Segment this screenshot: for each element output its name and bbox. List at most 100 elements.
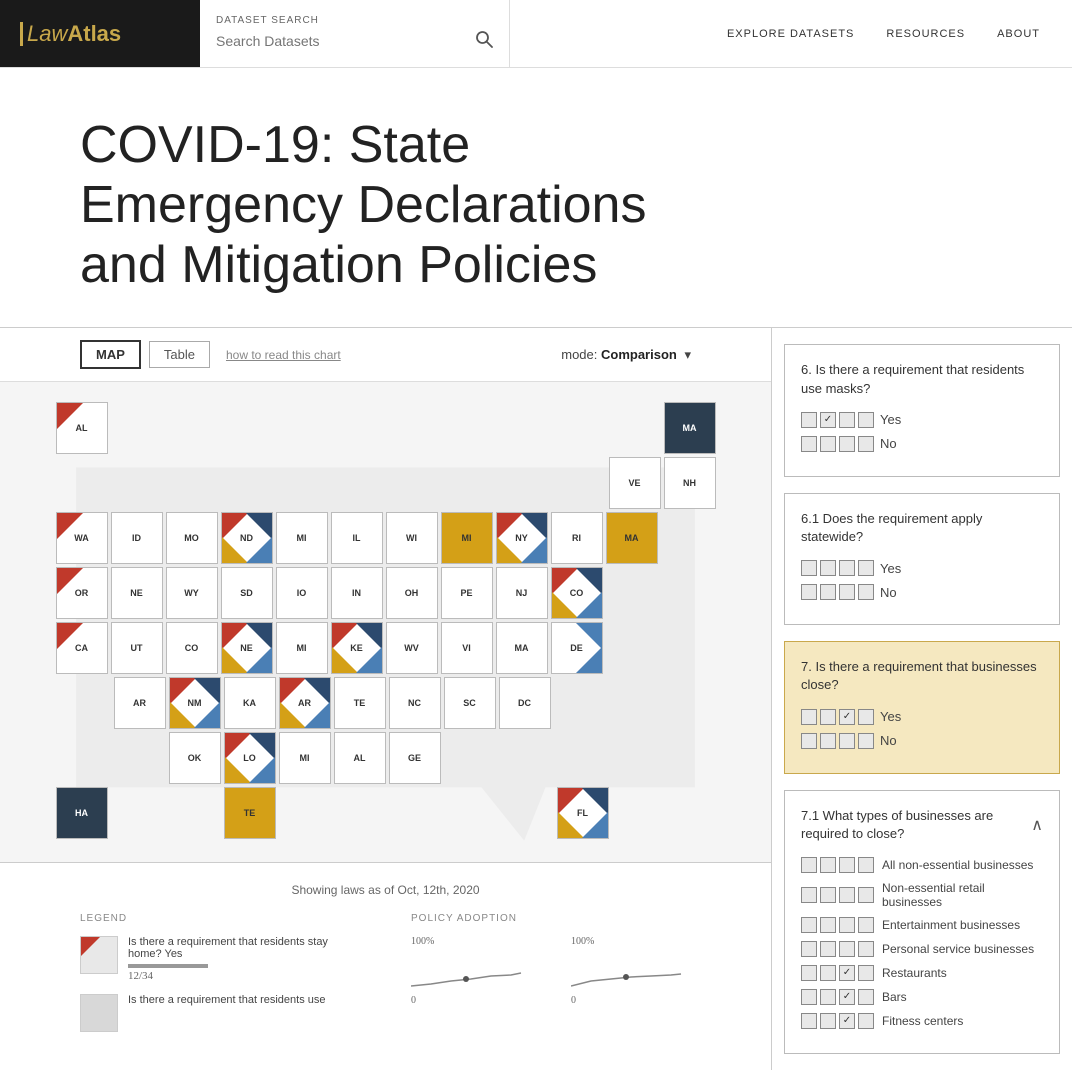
- state-cell-AR-5[interactable]: AR: [114, 677, 166, 729]
- state-cell-OK-6[interactable]: OK: [169, 732, 221, 784]
- state-cell-WI-2[interactable]: WI: [386, 512, 438, 564]
- bt-cb-6-2[interactable]: [820, 1013, 836, 1029]
- state-cell-NC-5[interactable]: NC: [389, 677, 441, 729]
- q6-1-no-cb3[interactable]: [839, 584, 855, 600]
- state-cell-MI-6[interactable]: MI: [279, 732, 331, 784]
- bt-cb-5-1[interactable]: [801, 989, 817, 1005]
- state-cell-IO-3[interactable]: IO: [276, 567, 328, 619]
- state-cell-TE-7[interactable]: TE: [224, 787, 276, 839]
- search-button[interactable]: [475, 30, 493, 53]
- state-cell-TE-5[interactable]: TE: [334, 677, 386, 729]
- q7-yes-cb3[interactable]: [839, 709, 855, 725]
- state-cell-AR-5[interactable]: AR: [279, 677, 331, 729]
- state-cell-HA-7[interactable]: HA: [56, 787, 108, 839]
- state-cell-AL-0[interactable]: AL: [56, 402, 108, 454]
- logo[interactable]: LawAtlas: [27, 21, 121, 47]
- q6-1-yes-cb4[interactable]: [858, 560, 874, 576]
- q6-cb4[interactable]: [858, 412, 874, 428]
- state-cell-MA-2[interactable]: MA: [606, 512, 658, 564]
- state-cell-MI-4[interactable]: MI: [276, 622, 328, 674]
- bt-cb-3-1[interactable]: [801, 941, 817, 957]
- q6-no-cb4[interactable]: [858, 436, 874, 452]
- bt-cb-6-3[interactable]: [839, 1013, 855, 1029]
- state-cell-KA-5[interactable]: KA: [224, 677, 276, 729]
- q6-cb3[interactable]: [839, 412, 855, 428]
- q7-yes-cb4[interactable]: [858, 709, 874, 725]
- bt-cb-1-3[interactable]: [839, 887, 855, 903]
- bt-cb-0-3[interactable]: [839, 857, 855, 873]
- state-cell-IL-2[interactable]: IL: [331, 512, 383, 564]
- bt-cb-5-3[interactable]: [839, 989, 855, 1005]
- q6-1-no-cb4[interactable]: [858, 584, 874, 600]
- bt-cb-4-2[interactable]: [820, 965, 836, 981]
- state-cell-SC-5[interactable]: SC: [444, 677, 496, 729]
- mode-chevron-icon[interactable]: ▾: [684, 347, 691, 362]
- state-cell-AL-6[interactable]: AL: [334, 732, 386, 784]
- state-cell-VE-1[interactable]: VE: [609, 457, 661, 509]
- bt-cb-4-3[interactable]: [839, 965, 855, 981]
- state-cell-OH-3[interactable]: OH: [386, 567, 438, 619]
- q7-no-cb4[interactable]: [858, 733, 874, 749]
- state-cell-MA-0[interactable]: MA: [664, 402, 716, 454]
- state-cell-PE-3[interactable]: PE: [441, 567, 493, 619]
- state-cell-MI-2[interactable]: MI: [441, 512, 493, 564]
- q6-1-yes-cb1[interactable]: [801, 560, 817, 576]
- search-input[interactable]: [216, 33, 467, 49]
- bt-cb-3-2[interactable]: [820, 941, 836, 957]
- q6-cb1[interactable]: [801, 412, 817, 428]
- state-cell-GE-6[interactable]: GE: [389, 732, 441, 784]
- state-cell-NY-2[interactable]: NY: [496, 512, 548, 564]
- map-button[interactable]: MAP: [80, 340, 141, 369]
- bt-cb-4-4[interactable]: [858, 965, 874, 981]
- q6-no-cb2[interactable]: [820, 436, 836, 452]
- bt-cb-6-1[interactable]: [801, 1013, 817, 1029]
- state-cell-CA-4[interactable]: CA: [56, 622, 108, 674]
- bt-cb-1-1[interactable]: [801, 887, 817, 903]
- bt-cb-1-4[interactable]: [858, 887, 874, 903]
- q7-no-cb2[interactable]: [820, 733, 836, 749]
- state-cell-IN-3[interactable]: IN: [331, 567, 383, 619]
- q7-yes-cb2[interactable]: [820, 709, 836, 725]
- bt-cb-3-4[interactable]: [858, 941, 874, 957]
- state-cell-MI-2[interactable]: MI: [276, 512, 328, 564]
- bt-cb-5-4[interactable]: [858, 989, 874, 1005]
- state-cell-CO-4[interactable]: CO: [166, 622, 218, 674]
- state-cell-OR-3[interactable]: OR: [56, 567, 108, 619]
- state-cell-DE-4[interactable]: DE: [551, 622, 603, 674]
- q7-no-cb1[interactable]: [801, 733, 817, 749]
- q6-1-yes-cb2[interactable]: [820, 560, 836, 576]
- nav-about[interactable]: ABOUT: [997, 28, 1040, 40]
- state-cell-MO-2[interactable]: MO: [166, 512, 218, 564]
- state-cell-MA-4[interactable]: MA: [496, 622, 548, 674]
- state-cell-DC-5[interactable]: DC: [499, 677, 551, 729]
- bt-cb-0-2[interactable]: [820, 857, 836, 873]
- bt-cb-1-2[interactable]: [820, 887, 836, 903]
- q6-1-no-cb2[interactable]: [820, 584, 836, 600]
- state-cell-NH-1[interactable]: NH: [664, 457, 716, 509]
- bt-cb-5-2[interactable]: [820, 989, 836, 1005]
- bt-cb-0-1[interactable]: [801, 857, 817, 873]
- state-cell-SD-3[interactable]: SD: [221, 567, 273, 619]
- collapse-icon[interactable]: ∧: [1031, 815, 1043, 835]
- state-cell-FL-7[interactable]: FL: [557, 787, 609, 839]
- state-cell-LO-6[interactable]: LO: [224, 732, 276, 784]
- state-cell-WV-4[interactable]: WV: [386, 622, 438, 674]
- state-cell-NJ-3[interactable]: NJ: [496, 567, 548, 619]
- state-cell-ID-2[interactable]: ID: [111, 512, 163, 564]
- state-cell-RI-2[interactable]: RI: [551, 512, 603, 564]
- q6-cb2[interactable]: [820, 412, 836, 428]
- nav-resources[interactable]: RESOURCES: [886, 28, 965, 40]
- bt-cb-2-2[interactable]: [820, 917, 836, 933]
- state-cell-NM-5[interactable]: NM: [169, 677, 221, 729]
- state-cell-WA-2[interactable]: WA: [56, 512, 108, 564]
- bt-cb-2-1[interactable]: [801, 917, 817, 933]
- q6-no-cb1[interactable]: [801, 436, 817, 452]
- state-cell-KE-4[interactable]: KE: [331, 622, 383, 674]
- state-cell-CO-3[interactable]: CO: [551, 567, 603, 619]
- table-button[interactable]: Table: [149, 341, 210, 368]
- state-cell-WY-3[interactable]: WY: [166, 567, 218, 619]
- bt-cb-2-4[interactable]: [858, 917, 874, 933]
- how-to-link[interactable]: how to read this chart: [226, 348, 341, 362]
- q6-1-no-cb1[interactable]: [801, 584, 817, 600]
- q7-no-cb3[interactable]: [839, 733, 855, 749]
